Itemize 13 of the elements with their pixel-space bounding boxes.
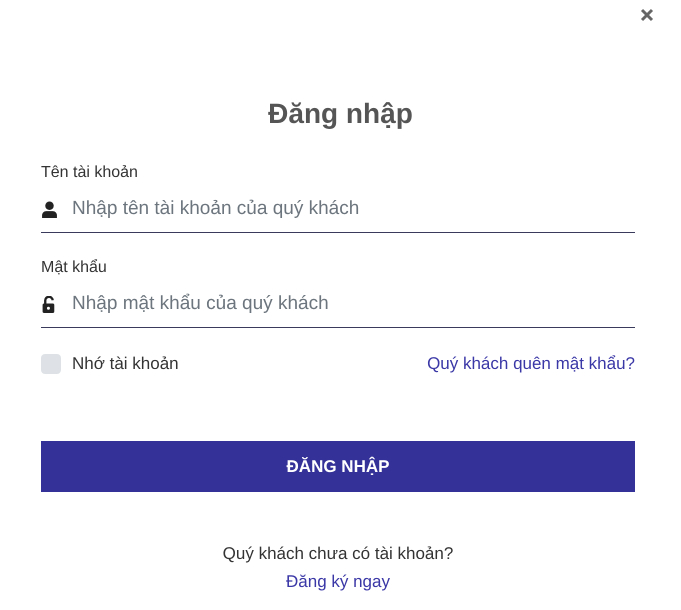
dialog-title: Đăng nhập <box>267 98 414 130</box>
forgot-password-link[interactable]: Quý khách quên mật khẩu? <box>427 354 635 374</box>
field-label: Mật khẩu <box>41 259 108 277</box>
field-label: Tên tài khoản <box>41 164 139 182</box>
username-field[interactable]: Nhập tên tài khoản của quý khách <box>72 198 635 220</box>
close-button[interactable] <box>640 8 654 22</box>
login-button[interactable]: ĐĂNG NHẬP <box>41 441 635 492</box>
password-field[interactable]: Nhập mật khẩu của quý khách <box>72 293 635 315</box>
remember-label: Nhớ tài khoản <box>72 354 179 374</box>
remember-checkbox[interactable] <box>41 354 61 374</box>
signup-prompt: Quý khách chưa có tài khoản? <box>222 544 454 564</box>
signup-link[interactable]: Đăng ký ngay <box>286 572 390 592</box>
user-icon <box>41 200 58 218</box>
